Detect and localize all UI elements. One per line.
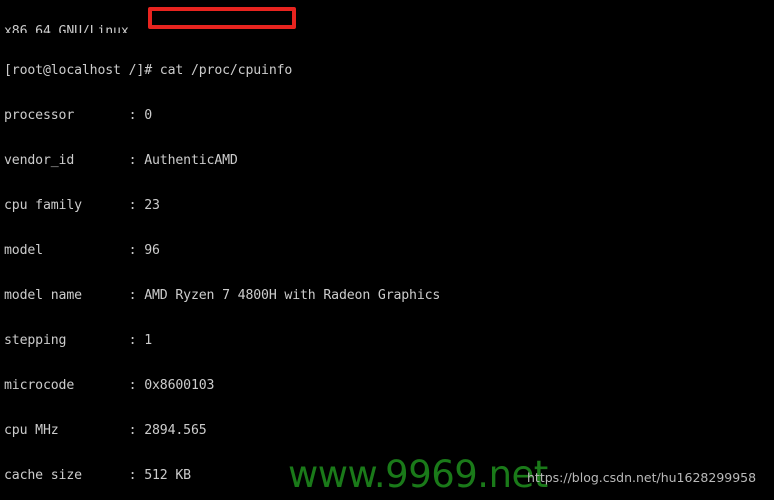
site-watermark: www.9969.net [288,453,548,496]
terminal-line: processor : 0 [4,108,153,123]
terminal-line: vendor_id : AuthenticAMD [4,153,238,168]
terminal-line: x86_64 GNU/Linux [4,24,129,33]
terminal-prompt-line: [root@localhost /]# cat /proc/cpuinfo [4,63,293,78]
terminal-line: model name : AMD Ryzen 7 4800H with Rade… [4,288,441,303]
blog-url-watermark: https://blog.csdn.net/hu1628299958 [527,470,757,485]
terminal-line: model : 96 [4,243,160,258]
terminal-output: x86_64 GNU/Linux [root@localhost /]# cat… [0,0,774,500]
terminal-line: stepping : 1 [4,333,153,348]
terminal-line: cpu MHz : 2894.565 [4,423,207,438]
terminal-window[interactable]: x86_64 GNU/Linux [root@localhost /]# cat… [0,0,774,500]
terminal-line: microcode : 0x8600103 [4,378,215,393]
terminal-line: cpu family : 23 [4,198,160,213]
